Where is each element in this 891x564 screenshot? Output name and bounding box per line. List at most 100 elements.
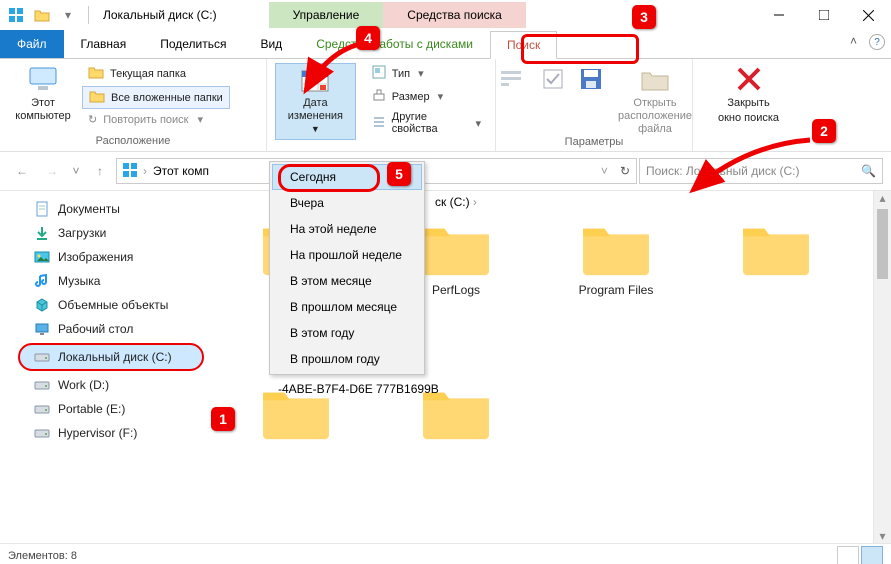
nav-item[interactable]: Музыка (0, 269, 212, 293)
this-pc-button[interactable]: Этот компьютер (8, 63, 78, 123)
folder-label: Program Files (579, 283, 654, 297)
mus-icon (34, 273, 50, 289)
date-dropdown-menu: СегодняВчераНа этой неделеНа прошлой нед… (269, 161, 425, 375)
date-menu-item[interactable]: Вчера (272, 190, 422, 216)
date-menu-item[interactable]: В этом месяце (272, 268, 422, 294)
annotation-3: 3 (632, 5, 656, 29)
monitor-icon (27, 63, 59, 95)
search-field[interactable]: Поиск: Локальный диск (C:) 🔍 (639, 158, 883, 184)
context-tab-tools[interactable]: Управление (269, 2, 384, 28)
explorer-body: Документы Загрузки Изображения Музыка Объемн… (0, 191, 891, 543)
maximize-button[interactable] (801, 0, 846, 30)
folder-item[interactable]: Program Files (536, 201, 696, 365)
back-button[interactable]: ← (8, 157, 36, 185)
context-tab-search[interactable]: Средства поиска (383, 2, 526, 28)
nav-label: Локальный диск (C:) (58, 350, 172, 364)
nav-label: Work (D:) (58, 378, 109, 392)
recent-locations-button[interactable]: ˅ (68, 157, 84, 185)
close-x-icon (733, 63, 765, 95)
drv-icon (34, 349, 50, 365)
annotation-5: 5 (387, 162, 411, 186)
close-button[interactable] (846, 0, 891, 30)
size-icon (372, 88, 386, 105)
status-text: Элементов: 8 (8, 550, 77, 562)
help-icon[interactable]: ? (869, 34, 885, 50)
nav-item[interactable]: Work (D:) (0, 373, 212, 397)
nav-item[interactable]: Загрузки (0, 221, 212, 245)
tab-drive-tools[interactable]: Средства работы с дисками (299, 30, 490, 58)
close-search-button[interactable]: Закрыть окно поиска (704, 63, 794, 125)
search-icon[interactable]: 🔍 (861, 164, 876, 178)
group-location-label: Расположение (8, 135, 258, 149)
ribbon: Этот компьютер Текущая папка Все вложенн… (0, 59, 891, 152)
breadcrumb-disk[interactable]: ск (C:) › (435, 195, 477, 209)
nav-item[interactable]: Локальный диск (C:) (18, 343, 204, 371)
nav-label: Музыка (58, 274, 100, 288)
nav-item[interactable]: Документы (0, 197, 212, 221)
explorer-icon[interactable] (6, 5, 26, 25)
img-icon (34, 249, 50, 265)
large-icons-view-button[interactable] (861, 546, 883, 564)
nav-item[interactable]: Объемные объекты (0, 293, 212, 317)
nav-label: Portable (E:) (58, 402, 125, 416)
qat-dropdown-icon[interactable]: ▾ (58, 5, 78, 25)
nav-label: Объемные объекты (58, 298, 168, 312)
advanced-options-button[interactable] (542, 63, 564, 95)
date-menu-item[interactable]: В прошлом месяце (272, 294, 422, 320)
folder-icon[interactable] (32, 5, 52, 25)
nav-item[interactable]: Portable (E:) (0, 397, 212, 421)
folder-item[interactable] (696, 201, 856, 365)
doc-icon (34, 201, 50, 217)
type-icon (372, 65, 386, 82)
tab-home[interactable]: Главная (64, 30, 144, 58)
date-menu-item[interactable]: На прошлой неделе (272, 242, 422, 268)
3d-icon (34, 297, 50, 313)
nav-item[interactable]: Рабочий стол (0, 317, 212, 341)
size-filter-button[interactable]: Размер▾ (366, 86, 487, 107)
nav-label: Hypervisor (F:) (58, 426, 137, 440)
date-menu-item[interactable]: В этом году (272, 320, 422, 346)
scrollbar[interactable]: ▴ ▾ (873, 191, 891, 543)
details-view-button[interactable] (837, 546, 859, 564)
checkbox-icon (537, 63, 569, 95)
save-icon (575, 63, 607, 95)
group-refine-label (275, 140, 487, 154)
navigation-pane[interactable]: Документы Загрузки Изображения Музыка Объемн… (0, 191, 212, 543)
search-again-button[interactable]: ↻Повторить поиск▾ (82, 111, 230, 128)
drv-icon (34, 401, 50, 417)
nav-item[interactable]: Изображения (0, 245, 212, 269)
all-subfolders-button[interactable]: Все вложенные папки (82, 86, 230, 109)
tab-file[interactable]: Файл (0, 30, 64, 58)
up-button[interactable]: ↑ (86, 157, 114, 185)
refresh-icon[interactable]: ↻ (620, 164, 630, 178)
type-filter-button[interactable]: Тип▾ (366, 63, 487, 84)
scroll-thumb[interactable] (877, 209, 888, 279)
folders-icon (89, 89, 105, 106)
minimize-button[interactable] (756, 0, 801, 30)
date-menu-item[interactable]: На этой неделе (272, 216, 422, 242)
recent-searches-button[interactable] (496, 63, 526, 95)
date-modified-button[interactable]: Дата изменения▼ (275, 63, 356, 140)
tab-view[interactable]: Вид (243, 30, 299, 58)
tab-share[interactable]: Поделиться (143, 30, 243, 58)
other-props-button[interactable]: Другие свойства▾ (366, 109, 487, 137)
current-folder-button[interactable]: Текущая папка (82, 63, 230, 84)
forward-button[interactable]: → (38, 157, 66, 185)
annotation-1: 1 (211, 407, 235, 431)
date-menu-item[interactable]: В прошлом году (272, 346, 422, 372)
desk-icon (34, 321, 50, 337)
ribbon-collapse-icon[interactable]: ˄ (850, 34, 857, 50)
windows-icon (123, 163, 137, 180)
open-location-button[interactable]: Открыть расположение файла (618, 63, 692, 136)
address-bar: ← → ˅ ↑ › Этот комп ˅ ↻ Поиск: Локальный… (0, 152, 891, 191)
breadcrumb-pc[interactable]: Этот комп (153, 164, 209, 178)
annotation-2: 2 (812, 119, 836, 143)
nav-label: Загрузки (58, 226, 106, 240)
quick-access-toolbar: ▾ (0, 5, 93, 25)
refresh-icon: ↻ (88, 113, 97, 126)
nav-item[interactable]: Hypervisor (F:) (0, 421, 212, 445)
nav-label: Рабочий стол (58, 322, 133, 336)
save-search-button[interactable] (580, 63, 602, 95)
tab-search[interactable]: Поиск (490, 31, 557, 59)
guid-text: -4ABE-B7F4-D6E 777B1699B (278, 382, 439, 396)
